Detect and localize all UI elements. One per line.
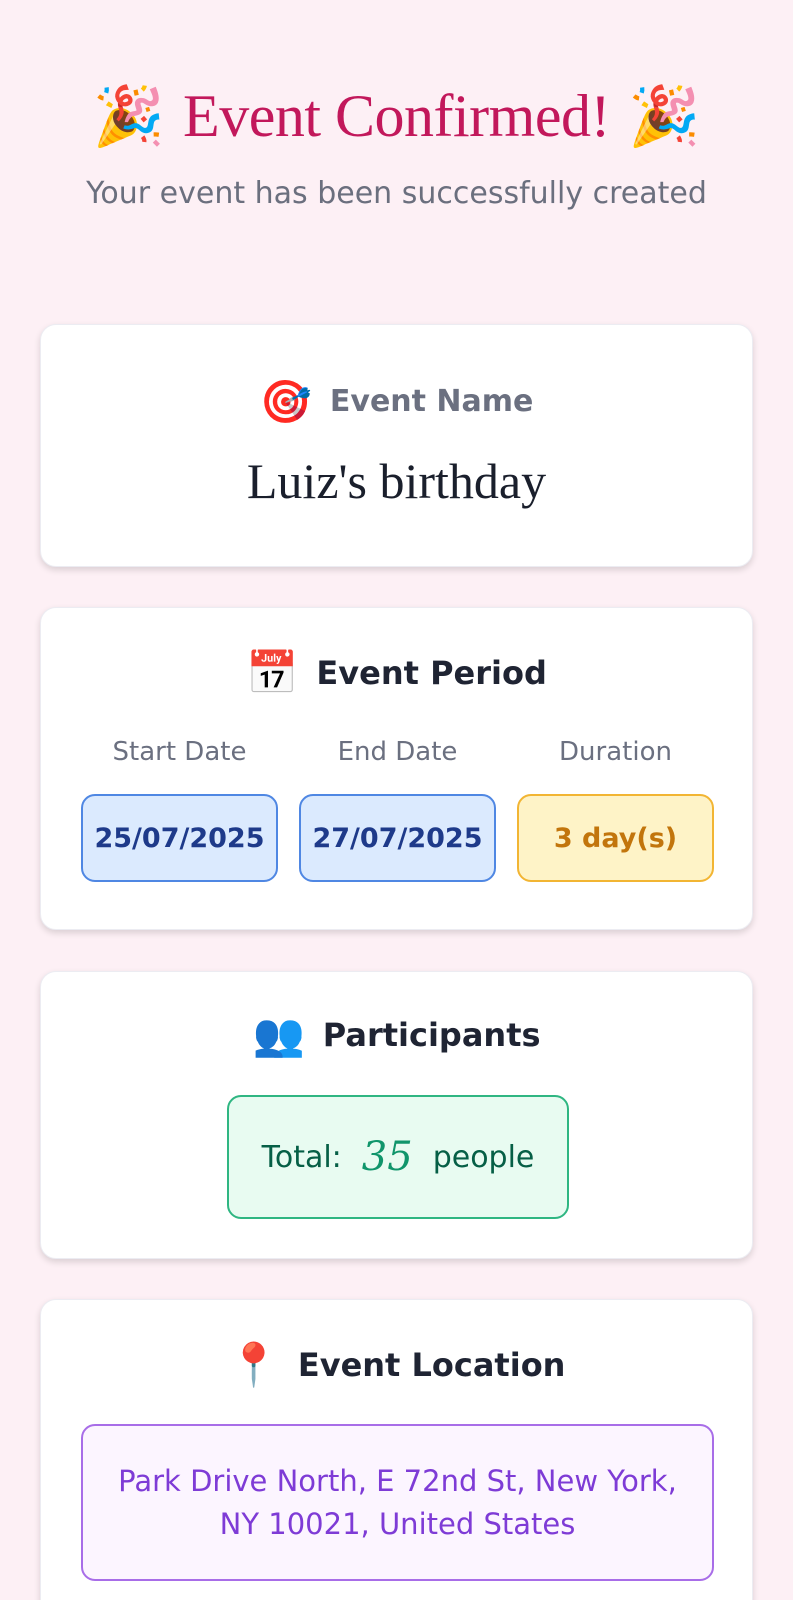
total-unit: people	[432, 1139, 535, 1175]
start-date-value: 25/07/2025	[81, 794, 278, 882]
end-date-label: End Date	[337, 737, 458, 767]
duration-value: 3 day(s)	[517, 794, 714, 882]
period-grid: Start Date 25/07/2025 End Date 27/07/202…	[81, 736, 714, 882]
page-subtitle: Your event has been successfully created	[86, 176, 707, 211]
event-name-label: Event Name	[329, 384, 534, 419]
page-title: 🎉 Event Confirmed! 🎉	[0, 80, 793, 152]
participants-title: Participants	[322, 1016, 541, 1054]
start-date-column: Start Date 25/07/2025	[81, 736, 278, 882]
confirmation-header: 🎉 Event Confirmed! 🎉 Your event has been…	[0, 80, 793, 212]
total-label: Total:	[261, 1139, 342, 1175]
page-title-text: Event Confirmed!	[183, 83, 610, 149]
event-location-title: Event Location	[297, 1346, 566, 1384]
event-period-title: Event Period	[316, 654, 547, 692]
total-count: 35	[361, 1134, 413, 1180]
duration-column: Duration 3 day(s)	[517, 736, 714, 882]
participants-card: 👥 Participants Total: 35 people	[40, 971, 753, 1259]
people-icon: 👥	[252, 1010, 305, 1059]
event-name-value: Luiz's birthday	[246, 453, 547, 509]
start-date-label: Start Date	[112, 737, 247, 767]
end-date-value: 27/07/2025	[299, 794, 496, 882]
participants-total-box: Total: 35 people	[227, 1095, 569, 1219]
participants-header: 👥 Participants	[41, 1010, 752, 1060]
event-confirmation-page: 🎉 Event Confirmed! 🎉 Your event has been…	[0, 0, 793, 1600]
event-address: Park Drive North, E 72nd St, New York, N…	[81, 1424, 714, 1581]
location-pin-icon: 📍	[227, 1340, 280, 1389]
duration-label: Duration	[559, 737, 672, 767]
event-period-header: 📅 Event Period	[41, 648, 752, 698]
event-name-card: 🎯 Event Name Luiz's birthday	[40, 324, 753, 567]
event-location-header: 📍 Event Location	[41, 1340, 752, 1390]
party-popper-icon: 🎉	[92, 82, 166, 150]
calendar-icon: 📅	[246, 648, 299, 697]
party-popper-icon: 🎉	[627, 82, 701, 150]
target-icon: 🎯	[259, 377, 312, 426]
end-date-column: End Date 27/07/2025	[299, 736, 496, 882]
event-name-header: 🎯 Event Name	[41, 377, 752, 427]
event-location-card: 📍 Event Location Park Drive North, E 72n…	[40, 1299, 753, 1600]
event-period-card: 📅 Event Period Start Date 25/07/2025 End…	[40, 607, 753, 930]
